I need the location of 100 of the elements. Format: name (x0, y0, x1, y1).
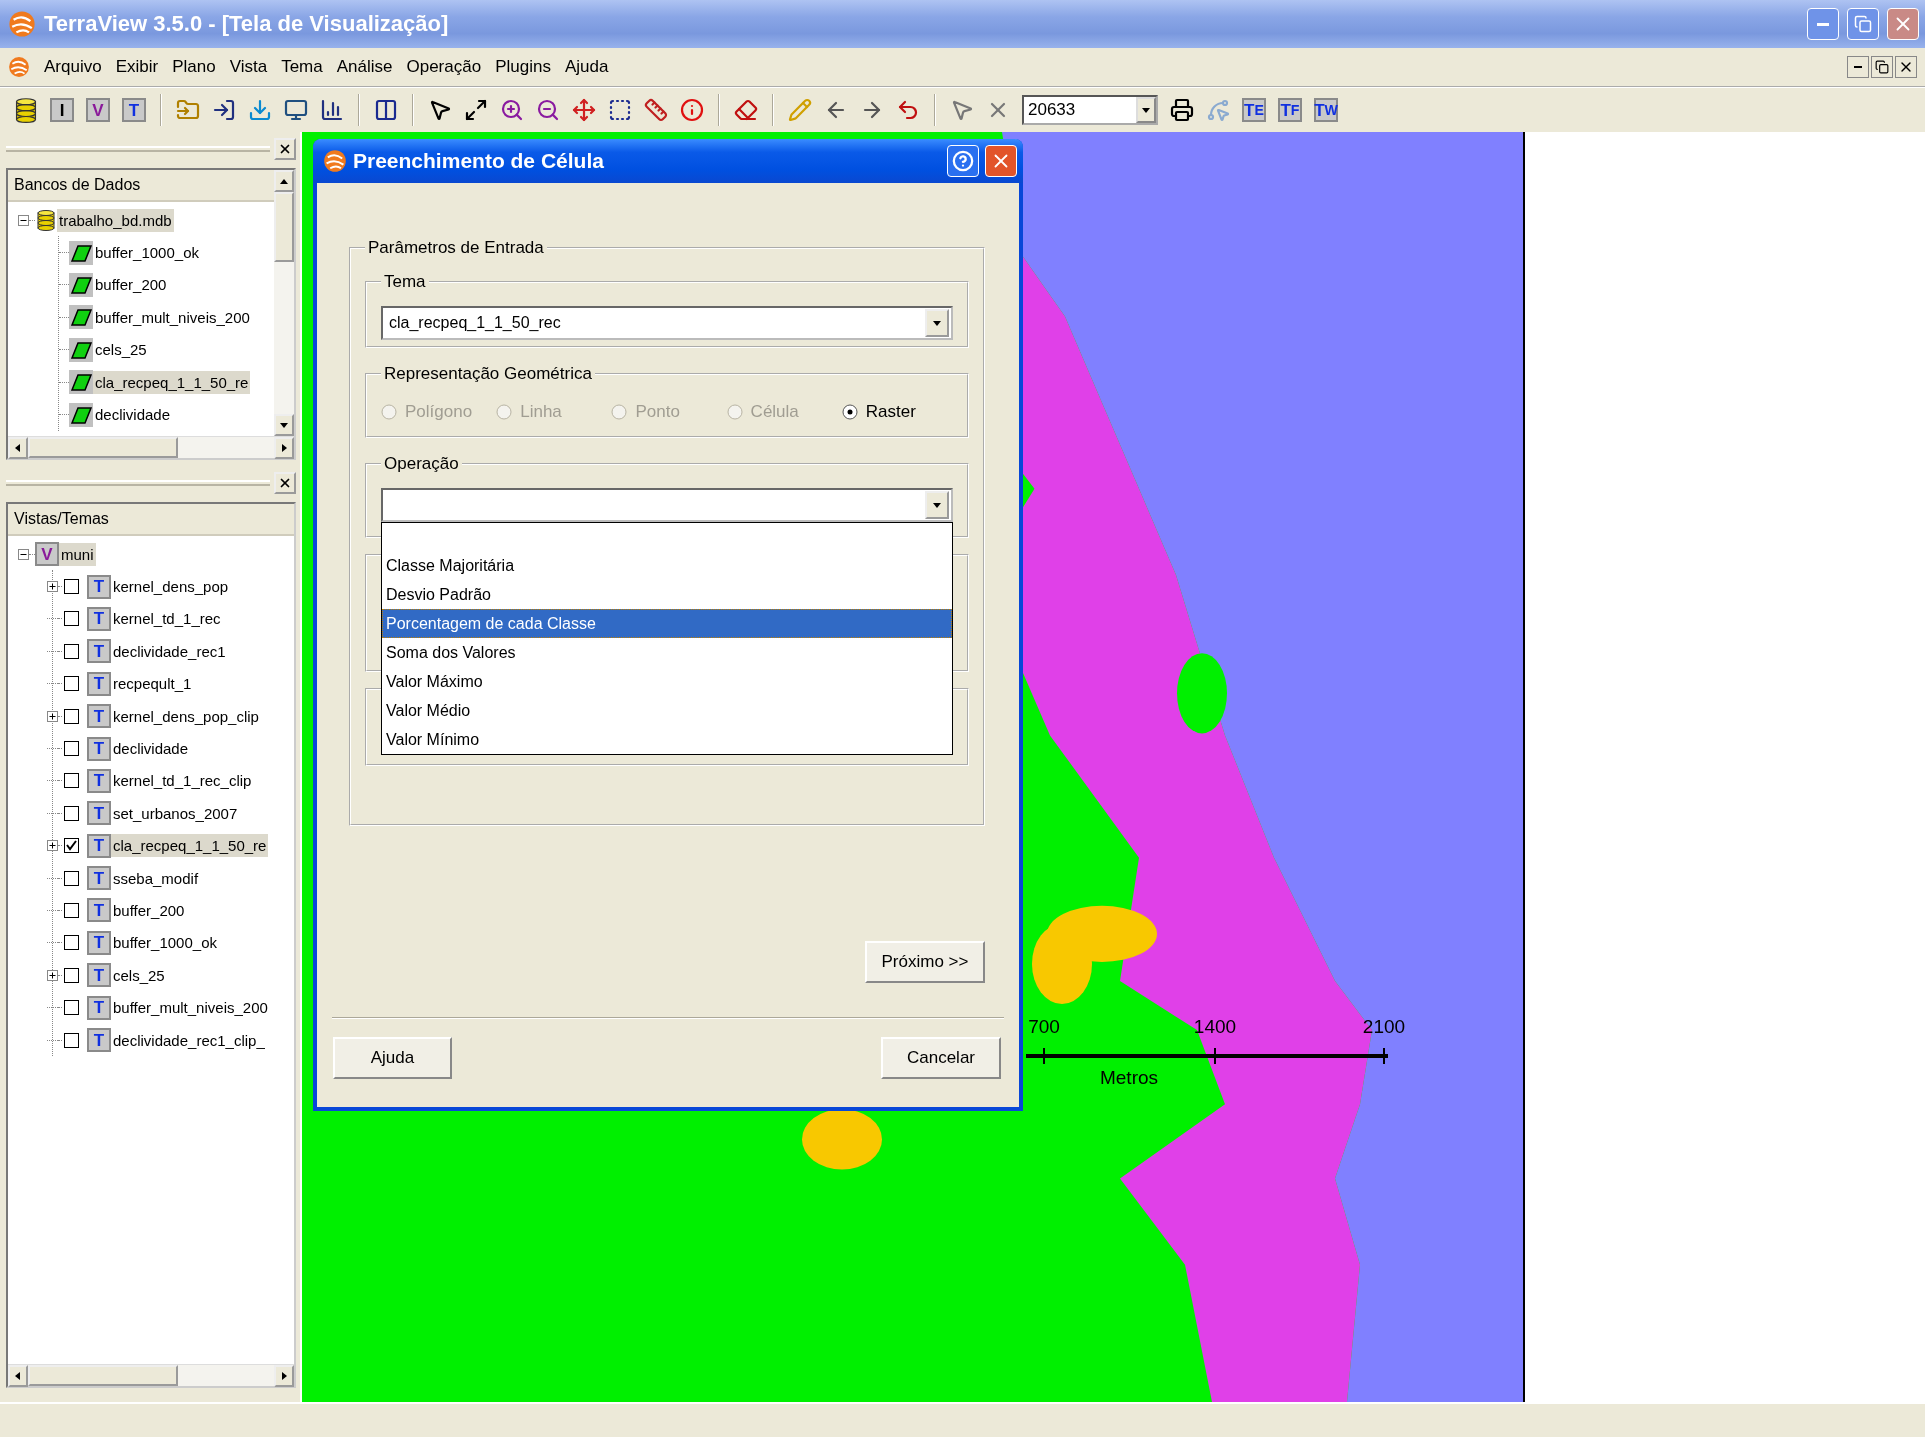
restore-icon (1854, 15, 1872, 33)
menu-item[interactable]: Exibir (115, 57, 159, 77)
scroll-right-button[interactable] (274, 437, 294, 459)
dropdown-option[interactable]: Porcentagem de cada Classe (382, 609, 952, 638)
checkbox[interactable] (64, 708, 79, 724)
menu-item[interactable]: Plano (172, 57, 216, 77)
menu-item[interactable]: Vista (229, 57, 268, 77)
radio-button[interactable] (841, 404, 858, 420)
theme-combo[interactable]: cla_recpeq_1_1_50_rec (381, 306, 953, 340)
globe-logo-icon (323, 149, 347, 173)
scroll-right-button[interactable] (274, 1365, 294, 1387)
checkbox[interactable] (64, 676, 79, 692)
help-button[interactable]: Ajuda (333, 1037, 452, 1079)
checkbox[interactable] (64, 741, 79, 757)
restore-button[interactable] (1871, 56, 1893, 78)
help-button[interactable] (947, 145, 979, 177)
panel-header: Vistas/Temas (8, 504, 294, 536)
scale-label: 700 (1028, 1016, 1060, 1038)
tree-item[interactable]: cels_25 (111, 963, 167, 987)
tree-item[interactable]: kernel_dens_pop_clip (111, 704, 261, 728)
menu-item[interactable]: Ajuda (564, 57, 609, 77)
tree-item[interactable]: kernel_dens_pop (111, 575, 231, 599)
tree-item[interactable]: kernel_td_1_rec (111, 607, 223, 631)
checkbox[interactable] (64, 1032, 79, 1048)
checkbox[interactable] (64, 579, 79, 595)
close-button[interactable] (1895, 56, 1917, 78)
tree-item[interactable]: buffer_200 (111, 899, 187, 922)
print-icon (1170, 98, 1194, 122)
scroll-left-button[interactable] (8, 1365, 28, 1387)
tree-item[interactable]: declividade_rec1 (111, 639, 228, 663)
scroll-left-button[interactable] (8, 437, 28, 459)
ruler-icon (644, 98, 668, 122)
checkbox[interactable] (64, 773, 79, 789)
tree-item[interactable]: recpeqult_1 (111, 672, 194, 696)
minimize-button[interactable] (1847, 56, 1869, 78)
tree-item[interactable]: buffer_200 (93, 273, 169, 297)
tree-item[interactable]: declividade (111, 737, 191, 761)
checkbox[interactable] (64, 967, 79, 983)
radio-label[interactable]: Raster (865, 402, 916, 422)
scrollbar[interactable] (8, 436, 294, 458)
expand-toggle[interactable] (47, 840, 58, 852)
expand-toggle[interactable] (47, 710, 58, 722)
tree-item[interactable]: muni (59, 542, 96, 566)
scrollbar[interactable] (274, 170, 294, 436)
panel-header: Bancos de Dados (8, 170, 274, 202)
scale-combo[interactable]: 20633 (1022, 95, 1158, 125)
zoom-out-icon (536, 98, 560, 122)
dock-grip[interactable] (6, 480, 270, 486)
menu-item[interactable]: Tema (281, 57, 323, 77)
group-label: Tema (383, 272, 427, 292)
checkbox[interactable] (64, 1000, 79, 1016)
view-icon: V (35, 542, 59, 567)
tree-item[interactable]: buffer_1000_ok (93, 241, 201, 265)
checkbox[interactable] (64, 643, 79, 659)
menu-item[interactable]: Arquivo (44, 57, 102, 77)
checkbox[interactable] (64, 935, 79, 951)
cancel-button[interactable]: Cancelar (881, 1037, 1001, 1079)
tree-item[interactable]: cels_25 (93, 338, 149, 362)
undo-icon (896, 98, 920, 122)
checkbox[interactable] (64, 805, 79, 821)
menu-item[interactable]: Plugins (495, 57, 551, 77)
tree-item[interactable]: cla_recpeq_1_1_50_re (93, 370, 251, 394)
tree-item[interactable]: declividade (93, 403, 173, 427)
dock-grip[interactable] (6, 146, 270, 152)
tree-item[interactable]: declividade_rec1_clip_ (111, 1028, 267, 1052)
tree-item[interactable]: buffer_mult_niveis_200 (111, 996, 270, 1020)
dropdown-button[interactable] (1136, 97, 1156, 123)
expand-toggle[interactable] (47, 969, 58, 981)
expand-toggle[interactable] (47, 581, 58, 593)
scroll-down-button[interactable] (274, 414, 294, 436)
tree-item[interactable]: cla_recpeq_1_1_50_re (111, 834, 269, 858)
menu-item[interactable]: Análise (336, 57, 393, 77)
scroll-thumb[interactable] (28, 437, 178, 458)
dropdown-button[interactable] (925, 491, 949, 519)
theme-icon: T (87, 1028, 111, 1053)
close-icon (278, 142, 292, 156)
dropdown-button[interactable] (925, 309, 949, 337)
checkbox[interactable] (64, 870, 79, 886)
checkbox[interactable] (64, 903, 79, 918)
menu-item[interactable]: Operação (406, 57, 482, 77)
theme-icon: T (87, 671, 111, 696)
tree-item[interactable]: trabalho_bd.mdb (57, 208, 174, 232)
tree-item[interactable]: buffer_mult_niveis_200 (93, 305, 252, 329)
close-icon (278, 476, 292, 490)
checkbox[interactable] (64, 838, 79, 854)
scrollbar[interactable] (8, 1364, 294, 1386)
tree-item[interactable]: set_urbanos_2007 (111, 801, 240, 825)
scroll-thumb[interactable] (28, 1365, 178, 1386)
tree-item[interactable]: kernel_td_1_rec_clip (111, 769, 254, 793)
operation-combo[interactable] (381, 488, 953, 522)
zoom-in-icon (500, 98, 524, 122)
next-button[interactable]: Próximo >> (865, 941, 985, 983)
checkbox[interactable] (64, 611, 79, 627)
collapse-toggle[interactable] (18, 548, 29, 560)
theme-icon: T (87, 606, 111, 631)
scroll-up-button[interactable] (274, 170, 294, 192)
tree-item[interactable]: sseba_modif (111, 866, 201, 890)
tree-item[interactable]: buffer_1000_ok (111, 931, 219, 955)
collapse-toggle[interactable] (18, 214, 29, 226)
scroll-thumb[interactable] (274, 192, 294, 262)
